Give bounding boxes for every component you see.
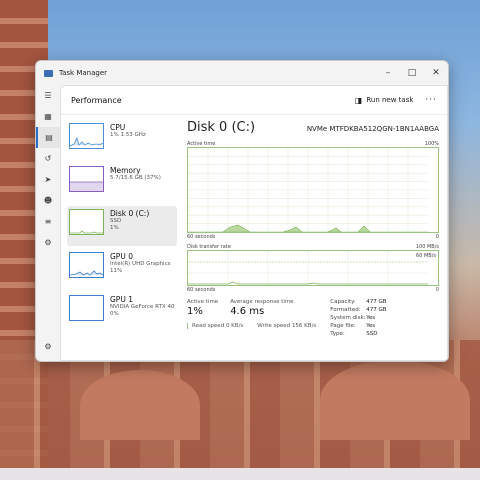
gpu0-thumbnail-graph: [69, 252, 104, 278]
gpu1-thumbnail-graph: [69, 295, 104, 321]
title-bar[interactable]: Task Manager – □ ✕: [36, 61, 448, 85]
settings-icon[interactable]: ⚙: [36, 336, 60, 357]
prop-key: System disk:: [330, 315, 366, 321]
transfer-rate-graph-svg: [188, 251, 428, 285]
disk-stats: Active time 1% Average response time 4.6…: [187, 299, 439, 337]
device-name: GPU 1: [110, 295, 133, 304]
prop-key: Capacity:: [330, 299, 356, 305]
task-manager-window: Task Manager – □ ✕ ☰ ▦ ▤ ↺ ➤ ☻ ≡ ⚙ ⚙ Per…: [35, 60, 449, 362]
performance-icon[interactable]: ▤: [36, 127, 60, 148]
cpu-thumbnail-graph: [69, 123, 104, 149]
header: Performance ◨ Run new task ···: [61, 86, 447, 115]
task-manager-icon: [44, 69, 53, 77]
page-title: Performance: [71, 95, 122, 105]
device-name: GPU 0: [110, 252, 133, 261]
device-name: Memory: [110, 166, 141, 175]
device-detail: NVIDIA GeForce RTX 40: [110, 304, 175, 310]
details-icon[interactable]: ≡: [36, 211, 60, 232]
wallpaper-dome: [80, 370, 200, 440]
run-new-task-button[interactable]: ◨ Run new task: [355, 96, 414, 105]
run-task-icon: ◨: [354, 95, 363, 105]
device-detail: SSD: [110, 218, 122, 224]
transfer-rate-graph: 60 MB/s: [187, 250, 439, 286]
device-detail: 1% 1.53 GHz: [110, 132, 146, 138]
device-item-gpu-0[interactable]: GPU 0 Intel(R) UHD Graphics 11%: [67, 249, 177, 289]
close-button[interactable]: ✕: [424, 61, 448, 85]
disk-detail-panel: Disk 0 (C:) NVMe MTFDKBA512QGN-1BN1AABGA…: [187, 120, 439, 356]
transfer-graph-span: 60 seconds: [187, 287, 216, 293]
read-speed-label: Read speed: [192, 323, 225, 329]
memory-thumbnail-graph: [69, 166, 104, 192]
processes-icon[interactable]: ▦: [36, 106, 60, 127]
device-name: Disk 0 (C:): [110, 209, 150, 218]
window-title: Task Manager: [59, 69, 108, 77]
write-speed-label: Write speed: [257, 323, 291, 329]
read-speed-value: 0 KB/s: [225, 323, 244, 329]
prop-value: 477 GB: [366, 299, 387, 305]
device-usage: 0%: [110, 311, 119, 317]
device-detail: 5.7/15.6 GB (37%): [110, 175, 161, 181]
active-time-stat-value: 1%: [187, 306, 203, 317]
response-time-stat-label: Average response time: [230, 299, 294, 305]
run-task-label: Run new task: [366, 96, 414, 104]
taskbar: [0, 468, 480, 480]
hamburger-menu-icon[interactable]: ☰: [36, 85, 60, 106]
prop-key: Formatted:: [330, 307, 361, 313]
transfer-graph-marker: 60 MB/s: [416, 253, 436, 259]
prop-value: Yes: [366, 315, 376, 321]
more-options-button[interactable]: ···: [425, 95, 437, 105]
prop-value: 477 GB: [366, 307, 387, 313]
active-time-graph: [187, 147, 439, 233]
disk-thumbnail-graph: [69, 209, 104, 235]
prop-value: SSD: [366, 331, 378, 337]
startup-apps-icon[interactable]: ➤: [36, 169, 60, 190]
disk-title: Disk 0 (C:): [187, 120, 256, 135]
main-content: Performance ◨ Run new task ··· CPU 1% 1.…: [60, 85, 448, 361]
device-name: CPU: [110, 123, 126, 132]
app-history-icon[interactable]: ↺: [36, 148, 60, 169]
device-item-gpu-1[interactable]: GPU 1 NVIDIA GeForce RTX 40 0%: [67, 292, 177, 332]
write-speed-value: 156 KB/s: [291, 323, 317, 329]
device-usage: 1%: [110, 225, 119, 231]
active-time-graph-span: 60 seconds: [187, 234, 216, 240]
prop-key: Type:: [330, 331, 345, 337]
maximize-button[interactable]: □: [400, 61, 424, 85]
active-time-graph-min: 0: [435, 234, 439, 240]
device-detail: Intel(R) UHD Graphics: [110, 261, 171, 267]
transfer-graph-min: 0: [435, 287, 439, 293]
nav-rail: ☰ ▦ ▤ ↺ ➤ ☻ ≡ ⚙ ⚙: [36, 85, 60, 361]
minimize-button[interactable]: –: [376, 61, 400, 85]
users-icon[interactable]: ☻: [36, 190, 60, 211]
services-icon[interactable]: ⚙: [36, 232, 60, 253]
prop-value: Yes: [366, 323, 376, 329]
device-list: CPU 1% 1.53 GHz Memory 5.7/15.6 GB (37%): [67, 120, 177, 335]
wallpaper-dome: [320, 360, 470, 440]
active-time-stat-label: Active time: [187, 299, 219, 305]
device-item-disk-0[interactable]: Disk 0 (C:) SSD 1%: [67, 206, 177, 246]
prop-key: Page file:: [330, 323, 356, 329]
disk-properties: Capacity: 477 GB Formatted: 477 GB System …: [330, 299, 406, 337]
device-item-cpu[interactable]: CPU 1% 1.53 GHz: [67, 120, 177, 160]
disk-model: NVMe MTFDKBA512QGN-1BN1AABGA: [306, 125, 439, 133]
device-item-memory[interactable]: Memory 5.7/15.6 GB (37%): [67, 163, 177, 203]
active-time-graph-svg: [188, 148, 428, 232]
response-time-stat-value: 4.6 ms: [230, 306, 265, 317]
device-usage: 11%: [110, 268, 123, 274]
